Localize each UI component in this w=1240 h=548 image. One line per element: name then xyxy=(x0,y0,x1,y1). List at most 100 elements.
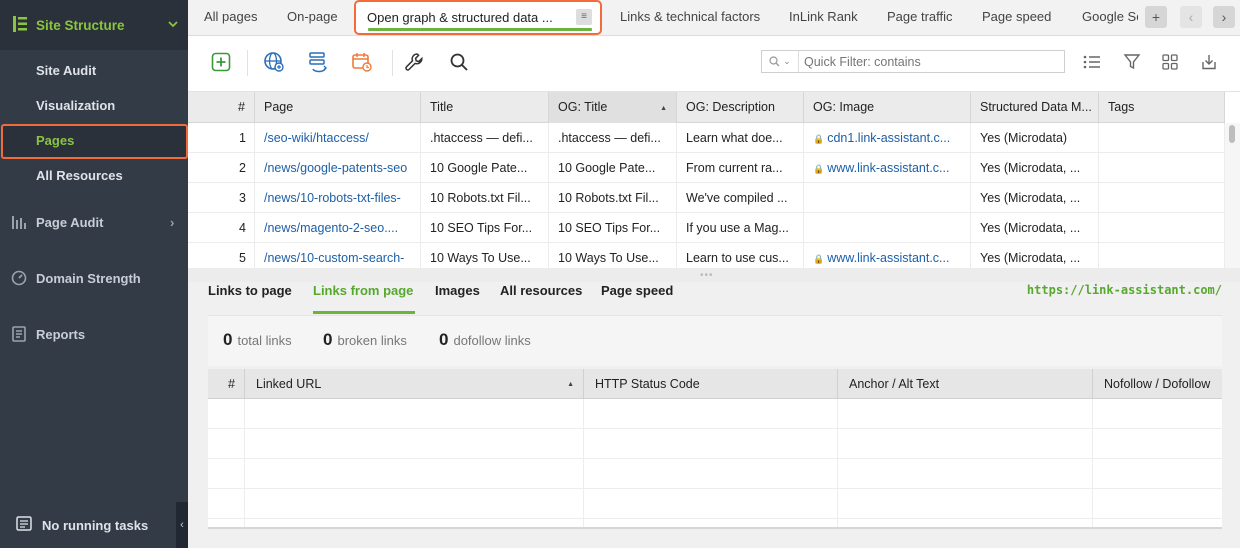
sidebar-section-page-audit[interactable]: Page Audit › xyxy=(10,213,174,231)
empty-cell xyxy=(838,399,1093,429)
tab-page-speed[interactable]: Page speed xyxy=(982,9,1051,24)
cell-structured-data: Yes (Microdata, ... xyxy=(971,183,1099,213)
stat-label: dofollow links xyxy=(453,333,531,348)
list-view-icon[interactable] xyxy=(1080,50,1104,74)
tab-links-technical[interactable]: Links & technical factors xyxy=(620,9,760,24)
search-icon[interactable] xyxy=(447,50,471,74)
pages-table: # Page Title OG: Title ▲ OG: Description… xyxy=(188,92,1240,268)
collapse-sidebar-button[interactable]: ‹ xyxy=(176,502,188,548)
cell-tags xyxy=(1099,183,1225,213)
rebuild-structure-icon[interactable] xyxy=(306,50,330,74)
column-header-anchor-text[interactable]: Anchor / Alt Text xyxy=(838,369,1093,399)
lock-icon: 🔒 xyxy=(813,254,825,264)
task-status[interactable]: No running tasks xyxy=(0,502,176,548)
task-status-label: No running tasks xyxy=(42,517,149,533)
reports-icon xyxy=(10,325,28,343)
page-link[interactable]: /news/magento-2-seo.... xyxy=(255,213,421,243)
empty-cell xyxy=(1093,489,1222,519)
page-link[interactable]: /news/google-patents-seo xyxy=(255,153,421,183)
og-image-link[interactable]: cdn1.link-assistant.c... xyxy=(827,131,950,145)
empty-cell xyxy=(245,489,584,519)
scrollbar-thumb[interactable] xyxy=(1229,125,1235,143)
cell-og-image[interactable]: 🔒 www.link-assistant.c... xyxy=(804,153,971,183)
column-header-page[interactable]: Page xyxy=(255,92,421,123)
tab-links-from-page[interactable]: Links from page xyxy=(313,283,413,298)
tab-links-to-page[interactable]: Links to page xyxy=(208,283,292,298)
sidebar-section-domain-strength[interactable]: Domain Strength xyxy=(10,269,141,287)
cell-og-description: We've compiled ... xyxy=(677,183,804,213)
empty-cell xyxy=(245,429,584,459)
tab-on-page[interactable]: On-page xyxy=(287,9,338,24)
cell-structured-data: Yes (Microdata, ... xyxy=(971,153,1099,183)
column-header-og-image[interactable]: OG: Image xyxy=(804,92,971,123)
active-tab-underline xyxy=(313,311,415,314)
column-header-number[interactable]: # xyxy=(188,92,255,123)
sidebar-section-label: Domain Strength xyxy=(36,270,141,286)
sidebar-item-pages[interactable]: Pages xyxy=(36,133,74,148)
tab-open-graph[interactable]: Open graph & structured data ... ≡ xyxy=(354,0,602,35)
tab-google-search[interactable]: Google Se xyxy=(1082,9,1138,24)
empty-cell xyxy=(245,519,584,527)
vertical-scrollbar[interactable] xyxy=(1225,123,1240,268)
column-header-title[interactable]: Title xyxy=(421,92,549,123)
column-header-nofollow[interactable]: Nofollow / Dofollow xyxy=(1093,369,1222,399)
globe-icon[interactable] xyxy=(262,50,286,74)
selected-page-url[interactable]: https://link-assistant.com/ xyxy=(1027,283,1222,297)
og-image-link[interactable]: www.link-assistant.c... xyxy=(827,161,949,175)
cell-og-description: Learn what doe... xyxy=(677,123,804,153)
tab-menu-icon[interactable]: ≡ xyxy=(576,9,592,25)
cell-og-description: From current ra... xyxy=(677,153,804,183)
add-page-icon[interactable] xyxy=(209,50,233,74)
og-image-link[interactable]: www.link-assistant.c... xyxy=(827,251,949,265)
table-row[interactable]: 5 /news/10-custom-search- 10 Ways To Use… xyxy=(188,243,1225,268)
sidebar-item-visualization[interactable]: Visualization xyxy=(36,98,115,113)
sidebar-item-site-audit[interactable]: Site Audit xyxy=(36,63,96,78)
page-link[interactable]: /seo-wiki/htaccess/ xyxy=(255,123,421,153)
cell-og-title: 10 SEO Tips For... xyxy=(549,213,677,243)
scroll-tabs-right-button[interactable]: › xyxy=(1213,6,1235,28)
add-tab-button[interactable]: + xyxy=(1145,6,1167,28)
sidebar-section-reports[interactable]: Reports xyxy=(10,325,85,343)
tab-all-pages[interactable]: All pages xyxy=(204,9,257,24)
quick-filter-input[interactable] xyxy=(804,53,1054,70)
tab-all-resources[interactable]: All resources xyxy=(500,283,582,298)
table-row[interactable]: 1 /seo-wiki/htaccess/ .htaccess — defi..… xyxy=(188,123,1225,153)
column-header-structured-data[interactable]: Structured Data M... xyxy=(971,92,1099,123)
details-tabs: Links to page Links from page Images All… xyxy=(188,276,1240,316)
column-header-tags[interactable]: Tags xyxy=(1099,92,1225,123)
sidebar-item-all-resources[interactable]: All Resources xyxy=(36,168,123,183)
wrench-icon[interactable] xyxy=(402,50,426,74)
filter-mode-dropdown[interactable]: ⌄ xyxy=(762,51,799,72)
tasks-icon xyxy=(16,516,32,534)
column-header-og-title[interactable]: OG: Title ▲ xyxy=(549,92,677,123)
cell-og-image[interactable]: 🔒 cdn1.link-assistant.c... xyxy=(804,123,971,153)
page-link[interactable]: /news/10-custom-search- xyxy=(255,243,421,268)
table-header: # Page Title OG: Title ▲ OG: Description… xyxy=(188,92,1225,123)
schedule-crawl-icon[interactable] xyxy=(350,50,374,74)
table-row[interactable]: 3 /news/10-robots-txt-files- 10 Robots.t… xyxy=(188,183,1225,213)
tab-images[interactable]: Images xyxy=(435,283,480,298)
column-header-linked-url[interactable]: Linked URL ▲ xyxy=(245,369,584,399)
column-header-http-status[interactable]: HTTP Status Code xyxy=(584,369,838,399)
scroll-tabs-left-button[interactable]: ‹ xyxy=(1180,6,1202,28)
quick-filter[interactable]: ⌄ xyxy=(761,50,1065,73)
table-row[interactable]: 4 /news/magento-2-seo.... 10 SEO Tips Fo… xyxy=(188,213,1225,243)
tab-page-speed[interactable]: Page speed xyxy=(601,283,673,298)
column-header-number[interactable]: # xyxy=(208,369,245,399)
column-header-label: Linked URL xyxy=(256,377,322,391)
cell-og-image xyxy=(804,213,971,243)
export-icon[interactable] xyxy=(1197,50,1221,74)
filter-icon[interactable] xyxy=(1120,50,1144,74)
chevron-down-icon[interactable] xyxy=(168,19,178,31)
empty-cell xyxy=(838,459,1093,489)
column-header-og-description[interactable]: OG: Description xyxy=(677,92,804,123)
page-link[interactable]: /news/10-robots-txt-files- xyxy=(255,183,421,213)
table-row[interactable]: 2 /news/google-patents-seo 10 Google Pat… xyxy=(188,153,1225,183)
tab-inlink-rank[interactable]: InLink Rank xyxy=(789,9,858,24)
stat-label: total links xyxy=(237,333,292,348)
grid-view-icon[interactable] xyxy=(1158,50,1182,74)
project-header[interactable]: Site Structure xyxy=(0,0,188,50)
tab-page-traffic[interactable]: Page traffic xyxy=(887,9,953,24)
stat-label: broken links xyxy=(337,333,407,348)
cell-og-image[interactable]: 🔒 www.link-assistant.c... xyxy=(804,243,971,268)
